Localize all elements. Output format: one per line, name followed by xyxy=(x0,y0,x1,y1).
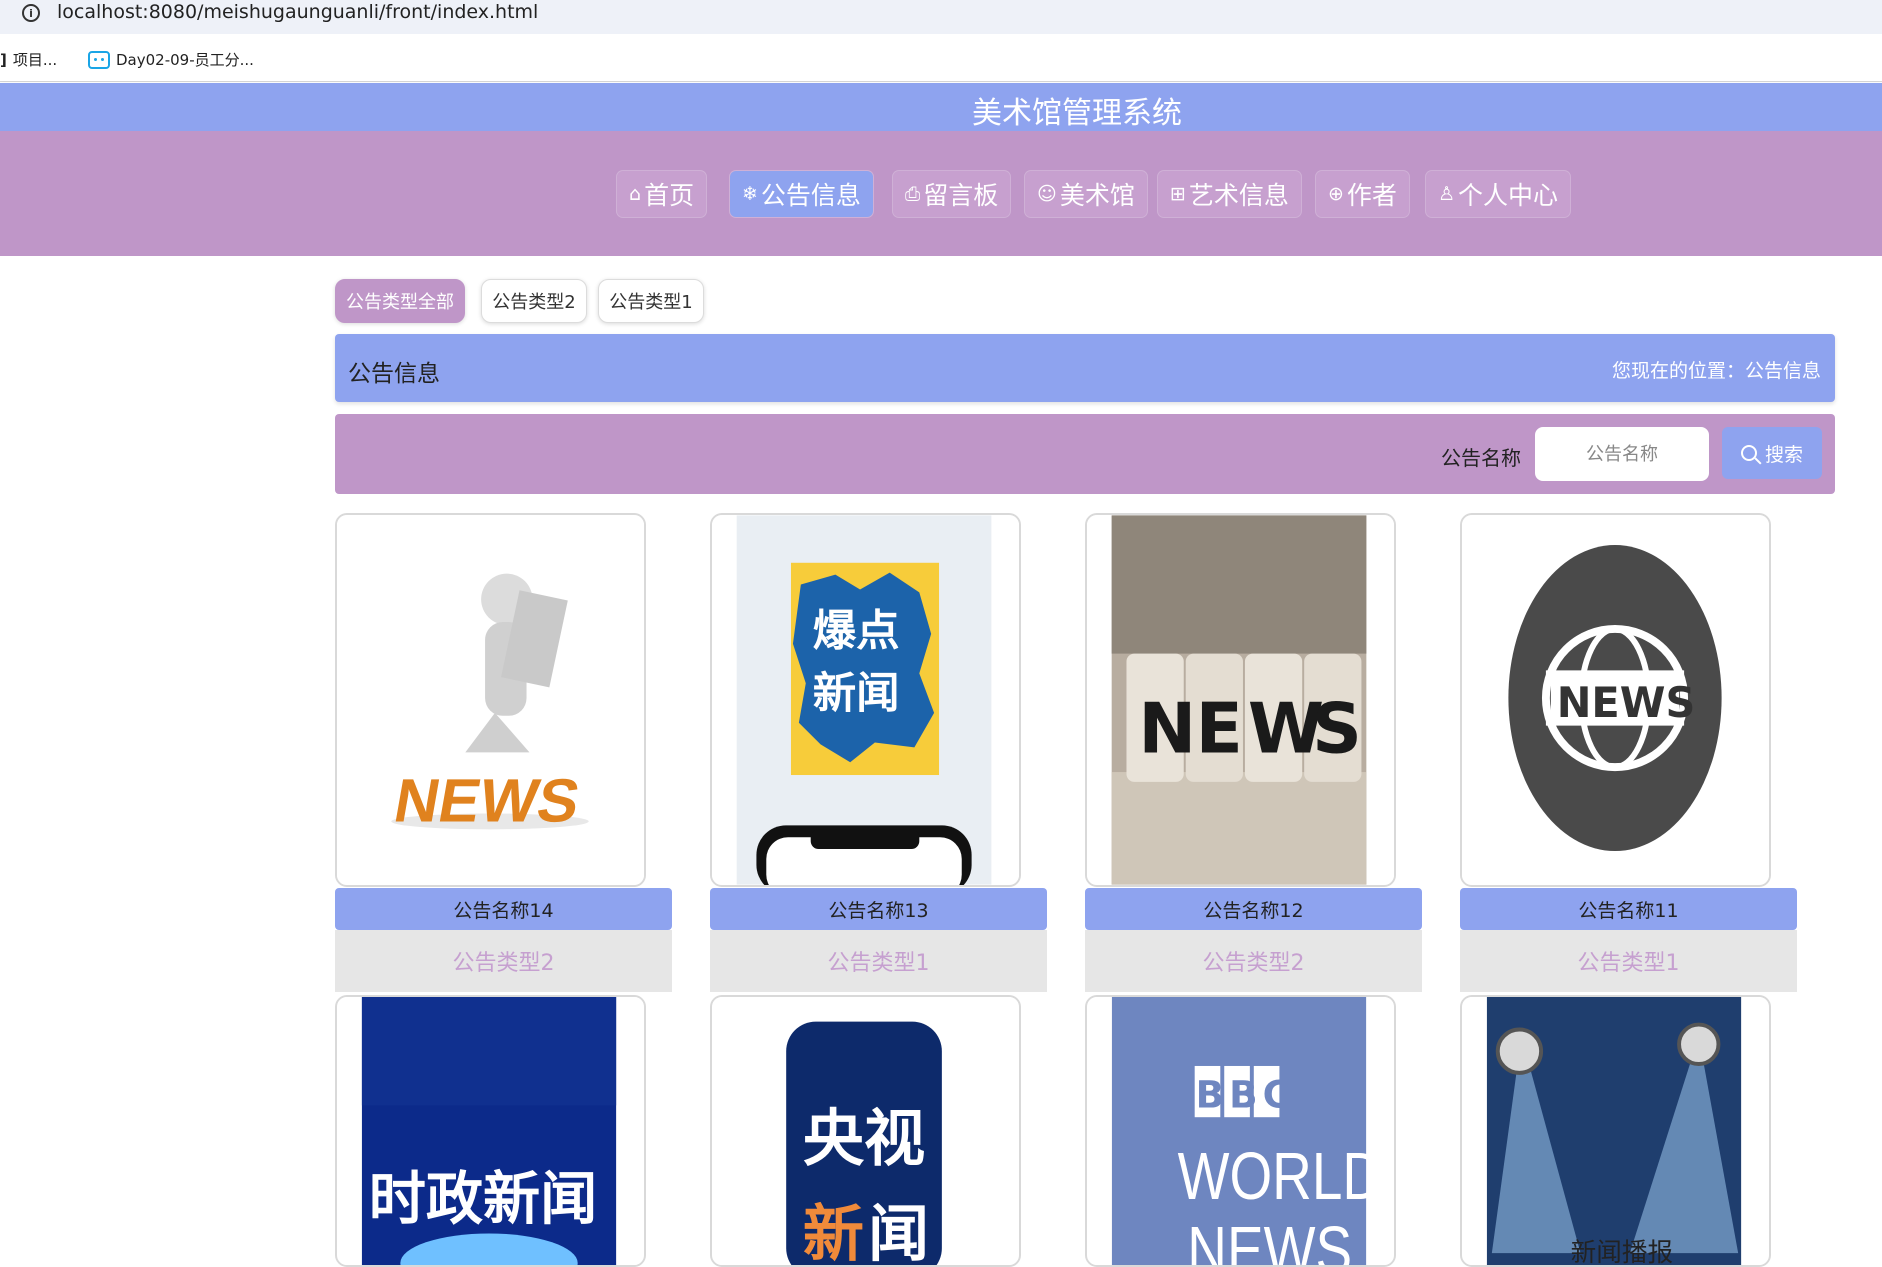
site-title-bar: 美术馆管理系统 xyxy=(0,83,1882,131)
nav-item-authors[interactable]: ⊕ 作者 xyxy=(1316,171,1409,217)
page-title: 公告信息 xyxy=(348,361,440,387)
svg-text:NEWS: NEWS xyxy=(389,767,585,835)
category-tab-type1[interactable]: 公告类型1 xyxy=(598,279,704,323)
svg-text:央视: 央视 xyxy=(803,1104,925,1175)
notice-name: 公告名称14 xyxy=(335,888,672,930)
svg-text:E: E xyxy=(1196,689,1243,769)
news-broadcast-image: 新闻播报 xyxy=(1462,997,1769,1265)
nav-label: 艺术信息 xyxy=(1188,181,1289,210)
notice-name: 公告名称12 xyxy=(1085,888,1422,930)
news-man-image: NEWS xyxy=(337,515,644,885)
nav-label: 留言板 xyxy=(923,181,999,210)
news-globe-image: NEWS xyxy=(1462,515,1769,885)
svg-text:新闻: 新闻 xyxy=(813,669,900,719)
notice-image[interactable]: NEWS xyxy=(335,513,646,887)
site-title: 美术馆管理系统 xyxy=(972,96,1182,131)
nav-label: 公告信息 xyxy=(760,181,861,210)
nav-item-gallery[interactable]: ☺ 美术馆 xyxy=(1025,171,1147,217)
svg-text:N: N xyxy=(1138,689,1196,769)
current-location: 您现在的位置：公告信息 xyxy=(1611,360,1821,382)
svg-text:NEWS: NEWS xyxy=(1557,679,1696,727)
notice-image[interactable]: 时政新闻 xyxy=(335,995,646,1267)
main-nav: ⌂ 首页 ❄ 公告信息 ⎙ 留言板 ☺ 美术馆 ⊞ 艺术信息 ⊕ 作者 ♙ 个人… xyxy=(0,131,1882,256)
folder-icon: ] xyxy=(0,50,7,69)
user-icon: ♙ xyxy=(1438,183,1456,205)
notice-type: 公告类型2 xyxy=(1085,930,1422,992)
nav-item-home[interactable]: ⌂ 首页 xyxy=(617,171,707,217)
printer-icon: ⎙ xyxy=(905,183,921,205)
browser-address-bar: i localhost:8080/meishugaunguanli/front/… xyxy=(0,0,1882,34)
snowflake-icon: ❄ xyxy=(742,183,758,205)
bookmark-item[interactable]: ] 项目... xyxy=(0,49,57,70)
notice-type: 公告类型1 xyxy=(710,930,1047,992)
svg-text:爆点: 爆点 xyxy=(813,607,900,657)
nav-item-message-board[interactable]: ⎙ 留言板 xyxy=(893,171,1011,217)
nav-label: 作者 xyxy=(1346,181,1397,210)
breadcrumb: 公告信息 您现在的位置：公告信息 xyxy=(335,334,1835,402)
svg-text:S: S xyxy=(1312,689,1362,769)
smile-icon: ☺ xyxy=(1037,183,1057,205)
category-tab-type2[interactable]: 公告类型2 xyxy=(481,279,587,323)
search-button-label: 搜索 xyxy=(1764,443,1803,466)
nav-label: 美术馆 xyxy=(1059,181,1135,210)
url-text[interactable]: localhost:8080/meishugaunguanli/front/in… xyxy=(57,1,538,23)
site-info-icon[interactable]: i xyxy=(22,4,40,22)
svg-text:BBC: BBC xyxy=(1196,1072,1295,1116)
notice-image[interactable]: 央视 新 闻 xyxy=(710,995,1021,1267)
notice-name: 公告名称11 xyxy=(1460,888,1797,930)
grid-icon: ⊞ xyxy=(1170,183,1186,205)
globe-icon: ⊕ xyxy=(1328,183,1344,205)
notice-image[interactable]: BBC WORLD NEWS xyxy=(1085,995,1396,1267)
search-input[interactable] xyxy=(1535,427,1709,481)
bbc-world-news-image: BBC WORLD NEWS xyxy=(1087,997,1394,1265)
home-icon: ⌂ xyxy=(629,183,642,205)
bookmark-label: Day02-09-员工分... xyxy=(116,51,254,69)
notice-name: 公告名称13 xyxy=(710,888,1047,930)
search-bar: 公告名称 搜索 xyxy=(335,414,1835,494)
svg-text:新: 新 xyxy=(803,1199,864,1265)
nav-item-notices[interactable]: ❄ 公告信息 xyxy=(730,171,873,217)
svg-text:时政新闻: 时政新闻 xyxy=(369,1167,598,1233)
notice-image[interactable]: 新闻播报 xyxy=(1460,995,1771,1267)
svg-text:新闻播报: 新闻播报 xyxy=(1571,1238,1673,1265)
bookmarks-bar: ] 项目... Day02-09-员工分... xyxy=(0,34,1882,82)
cctv-news-image: 央视 新 闻 xyxy=(712,997,1019,1265)
news-dice-image: N E W S xyxy=(1087,515,1394,885)
notice-image[interactable]: 爆点 新闻 xyxy=(710,513,1021,887)
category-tab-all[interactable]: 公告类型全部 xyxy=(335,279,465,323)
baodian-news-image: 爆点 新闻 xyxy=(712,515,1019,885)
svg-text:NEWS: NEWS xyxy=(1187,1213,1352,1265)
notice-type: 公告类型2 xyxy=(335,930,672,992)
search-icon xyxy=(1740,445,1757,461)
svg-text:闻: 闻 xyxy=(868,1199,929,1265)
svg-text:WORLD: WORLD xyxy=(1178,1139,1382,1213)
notice-image[interactable]: NEWS xyxy=(1460,513,1771,887)
notice-image[interactable]: N E W S xyxy=(1085,513,1396,887)
shizheng-news-image: 时政新闻 xyxy=(337,997,644,1265)
nav-item-art-info[interactable]: ⊞ 艺术信息 xyxy=(1158,171,1301,217)
nav-label: 首页 xyxy=(644,181,695,210)
bilibili-icon xyxy=(88,50,110,69)
search-button[interactable]: 搜索 xyxy=(1722,427,1822,479)
bookmark-item[interactable]: Day02-09-员工分... xyxy=(88,49,254,70)
search-label: 公告名称 xyxy=(1441,446,1521,470)
bookmark-label: 项目... xyxy=(12,51,58,69)
notice-type: 公告类型1 xyxy=(1460,930,1797,992)
nav-item-personal-center[interactable]: ♙ 个人中心 xyxy=(1426,171,1571,217)
nav-label: 个人中心 xyxy=(1458,181,1559,210)
